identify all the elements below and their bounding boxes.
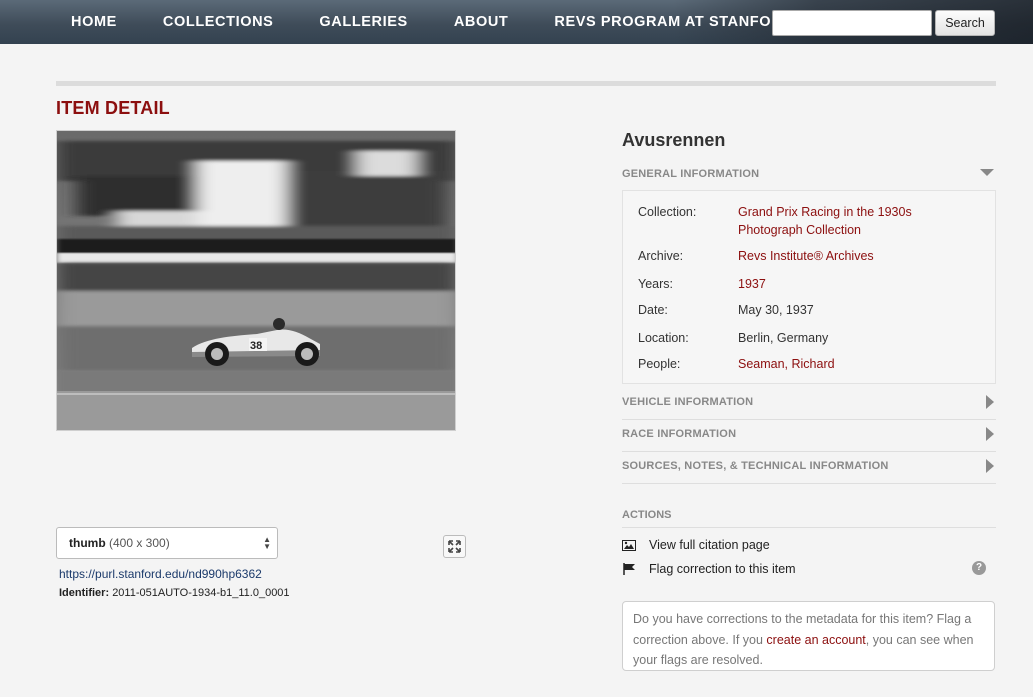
flag-icon [622, 563, 636, 575]
people-value[interactable]: Seaman, Richard [738, 355, 968, 373]
general-information-panel: Collection: Grand Prix Racing in the 193… [622, 190, 996, 384]
section-sources-label: SOURCES, NOTES, & TECHNICAL INFORMATION [622, 460, 889, 472]
location-label: Location: [638, 331, 689, 345]
years-label: Years: [638, 277, 673, 291]
nav-about[interactable]: ABOUT [439, 14, 509, 30]
archive-label: Archive: [638, 249, 684, 263]
item-photo[interactable]: 38 [56, 130, 456, 431]
create-account-link[interactable]: create an account [766, 633, 865, 647]
page-title: ITEM DETAIL [56, 98, 170, 118]
identifier: Identifier: 2011-051AUTO-1934-b1_11.0_00… [59, 587, 290, 599]
archive-value[interactable]: Revs Institute® Archives [738, 247, 968, 265]
top-nav-bar: HOME COLLECTIONS GALLERIES ABOUT REVS PR… [0, 0, 1033, 44]
select-arrows-icon: ▲ ▼ [263, 535, 271, 551]
caret-right-icon [986, 459, 994, 476]
purl-link[interactable]: https://purl.stanford.edu/nd990hp6362 [59, 567, 262, 581]
race-car-photo: 38 [57, 131, 455, 430]
image-size-select[interactable]: thumb (400 x 300) ▲ ▼ [56, 527, 278, 559]
item-title: Avusrennen [622, 130, 726, 150]
collection-label: Collection: [638, 205, 697, 219]
section-general-information[interactable]: GENERAL INFORMATION [622, 168, 996, 192]
nav-revs-program[interactable]: REVS PROGRAM AT STANFORD [539, 14, 793, 30]
nav-collections[interactable]: COLLECTIONS [148, 14, 274, 30]
date-label: Date: [638, 303, 668, 317]
fullscreen-button[interactable] [443, 535, 466, 558]
flag-correction-label: Flag correction to this item [649, 562, 796, 576]
people-label: People: [638, 357, 681, 371]
search-input[interactable] [772, 10, 932, 36]
caret-right-icon [986, 427, 994, 444]
image-icon [622, 539, 636, 551]
identifier-label: Identifier: [59, 587, 110, 599]
view-citation-action[interactable]: View full citation page [622, 538, 770, 552]
size-option-dims: (400 x 300) [109, 536, 170, 550]
identifier-value: 2011-051AUTO-1934-b1_11.0_0001 [112, 587, 290, 599]
car-number: 38 [250, 340, 262, 352]
help-icon[interactable]: ? [972, 561, 986, 575]
view-citation-label: View full citation page [649, 538, 770, 552]
collection-value[interactable]: Grand Prix Racing in the 1930s Photograp… [738, 203, 968, 239]
size-option-label: thumb [69, 536, 106, 550]
section-sources-notes[interactable]: SOURCES, NOTES, & TECHNICAL INFORMATION [622, 459, 996, 484]
section-race-label: RACE INFORMATION [622, 428, 737, 440]
flag-correction-action[interactable]: Flag correction to this item [622, 562, 796, 576]
header-divider [56, 81, 996, 86]
location-value: Berlin, Germany [738, 331, 829, 345]
actions-header: ACTIONS [622, 509, 996, 528]
main-nav: HOME COLLECTIONS GALLERIES ABOUT REVS PR… [56, 0, 824, 44]
section-vehicle-information[interactable]: VEHICLE INFORMATION [622, 395, 996, 420]
section-vehicle-label: VEHICLE INFORMATION [622, 396, 754, 408]
section-general-label: GENERAL INFORMATION [622, 168, 760, 180]
years-value[interactable]: 1937 [738, 275, 968, 293]
nav-home[interactable]: HOME [56, 14, 117, 30]
date-value: May 30, 1937 [738, 303, 814, 317]
corrections-note: Do you have corrections to the metadata … [622, 601, 995, 671]
nav-galleries[interactable]: GALLERIES [304, 14, 407, 30]
caret-down-icon [980, 167, 994, 180]
section-race-information[interactable]: RACE INFORMATION [622, 427, 996, 452]
search-button[interactable]: Search [935, 10, 995, 36]
caret-right-icon [986, 395, 994, 412]
expand-icon [448, 540, 461, 553]
